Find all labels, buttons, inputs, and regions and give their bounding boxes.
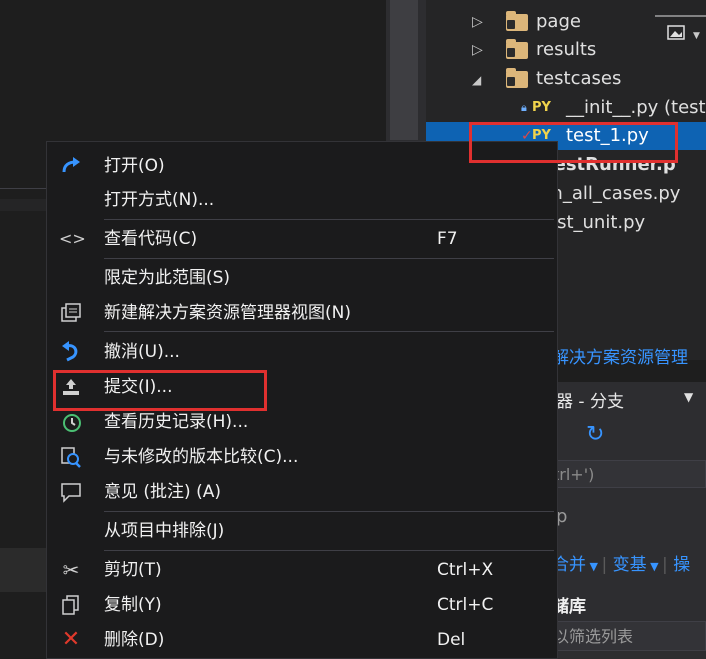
menu-item-label: 删除(D) [104,630,165,650]
menu-item-label: 打开方式(N)... [104,190,215,210]
chevron-down-icon[interactable]: ▼ [586,560,601,573]
menu-item-shortcut: Del [437,630,466,650]
menu-item-cut[interactable]: ✂ 剪切(T) Ctrl+X [47,553,557,587]
menu-item-open-with[interactable]: 打开方式(N)... [47,183,557,217]
tree-item-label: est_unit.py [546,212,646,233]
compare-icon [59,445,83,469]
menu-item-new-explorer-view[interactable]: 新建解决方案资源管理器视图(N) [47,296,557,330]
menu-separator [104,550,554,551]
menu-item-annotate[interactable]: 意见 (批注) (A) [47,475,557,509]
team-actions: 合并 ▼ | 变基 ▼ | 操 [552,555,691,575]
menu-item-view-code[interactable]: <> 查看代码(C) F7 [47,222,557,256]
delete-x-icon: ✕ [61,627,81,652]
solution-explorer-tab-link[interactable]: 解决方案资源管理 [552,343,688,368]
new-view-icon [59,301,83,325]
annotation-box-commit [53,370,267,411]
image-preview-icon: ▼ [655,15,706,41]
chevron-down-icon[interactable]: ▼ [647,560,662,573]
menu-separator [104,219,554,220]
menu-item-label: 新建解决方案资源管理器视图(N) [104,303,351,323]
expanded-arrow-icon[interactable]: ◢ [472,66,481,94]
chevron-down-icon[interactable]: ▼ [684,390,693,404]
tree-item-label: __init__.py (testc [566,97,706,118]
rebase-link[interactable]: 变基 [613,555,647,575]
undo-icon [59,340,83,364]
folder-open-icon [506,68,528,88]
collapsed-arrow-icon[interactable]: ▷ [472,8,483,36]
refresh-icon[interactable]: ↻ [586,422,604,447]
menu-item-label: 限定为此范围(S) [104,268,231,288]
scrollbar-thumb[interactable] [390,0,418,140]
menu-separator [104,331,554,332]
menu-separator [104,511,554,512]
menu-item-label: 从项目中排除(J) [104,521,225,541]
actions-link[interactable]: 操 [673,555,690,575]
menu-item-scope-to-this[interactable]: 限定为此范围(S) [47,261,557,295]
menu-separator [104,258,554,259]
team-explorer-title: 器 - 分支 [556,392,624,412]
menu-item-label: 意见 (批注) (A) [104,482,221,502]
folder-icon [506,11,528,31]
preview-toggle[interactable]: ▼ [655,14,706,48]
menu-item-exclude-from-project[interactable]: 从项目中排除(J) [47,514,557,548]
menu-item-label: 打开(O) [104,156,165,176]
menu-item-undo[interactable]: 撤消(U)... [47,335,557,369]
menu-item-compare-unmodified[interactable]: 与未修改的版本比较(C)... [47,440,557,474]
folder-icon [506,39,528,59]
annotation-box-test-1 [469,122,678,163]
menu-item-shortcut: F7 [437,229,458,249]
tree-item-label: results [536,39,597,60]
history-icon [59,410,83,434]
menu-item-copy[interactable]: 复制(Y) Ctrl+C [47,588,557,622]
team-search-input[interactable]: trl+') [548,460,706,488]
menu-item-shortcut: Ctrl+C [437,595,494,615]
svg-text:▼: ▼ [693,31,700,41]
menu-item-label: 查看代码(C) [104,229,198,249]
menu-item-label: 撤消(U)... [104,342,180,362]
menu-item-label: 与未修改的版本比较(C)... [104,447,299,467]
open-arrow-icon [59,154,83,178]
comment-icon [59,480,83,504]
lock-icon: 🔒︎ [521,101,527,114]
scissors-icon: ✂ [62,558,80,582]
tree-item-label: testcases [536,68,622,89]
tree-item-label: page [536,11,581,32]
python-file-icon: PY [532,100,551,115]
menu-item-label: 剪切(T) [104,560,162,580]
menu-item-label: 复制(Y) [104,595,162,615]
menu-item-delete[interactable]: ✕ 删除(D) Del [47,623,557,657]
copy-icon [59,593,83,617]
filter-input[interactable]: 以筛选列表 [548,621,706,651]
collapsed-arrow-icon[interactable]: ▷ [472,36,483,64]
menu-item-shortcut: Ctrl+X [437,560,494,580]
tree-item-label: un_all_cases.py [540,183,681,204]
code-icon: <> [59,229,86,248]
